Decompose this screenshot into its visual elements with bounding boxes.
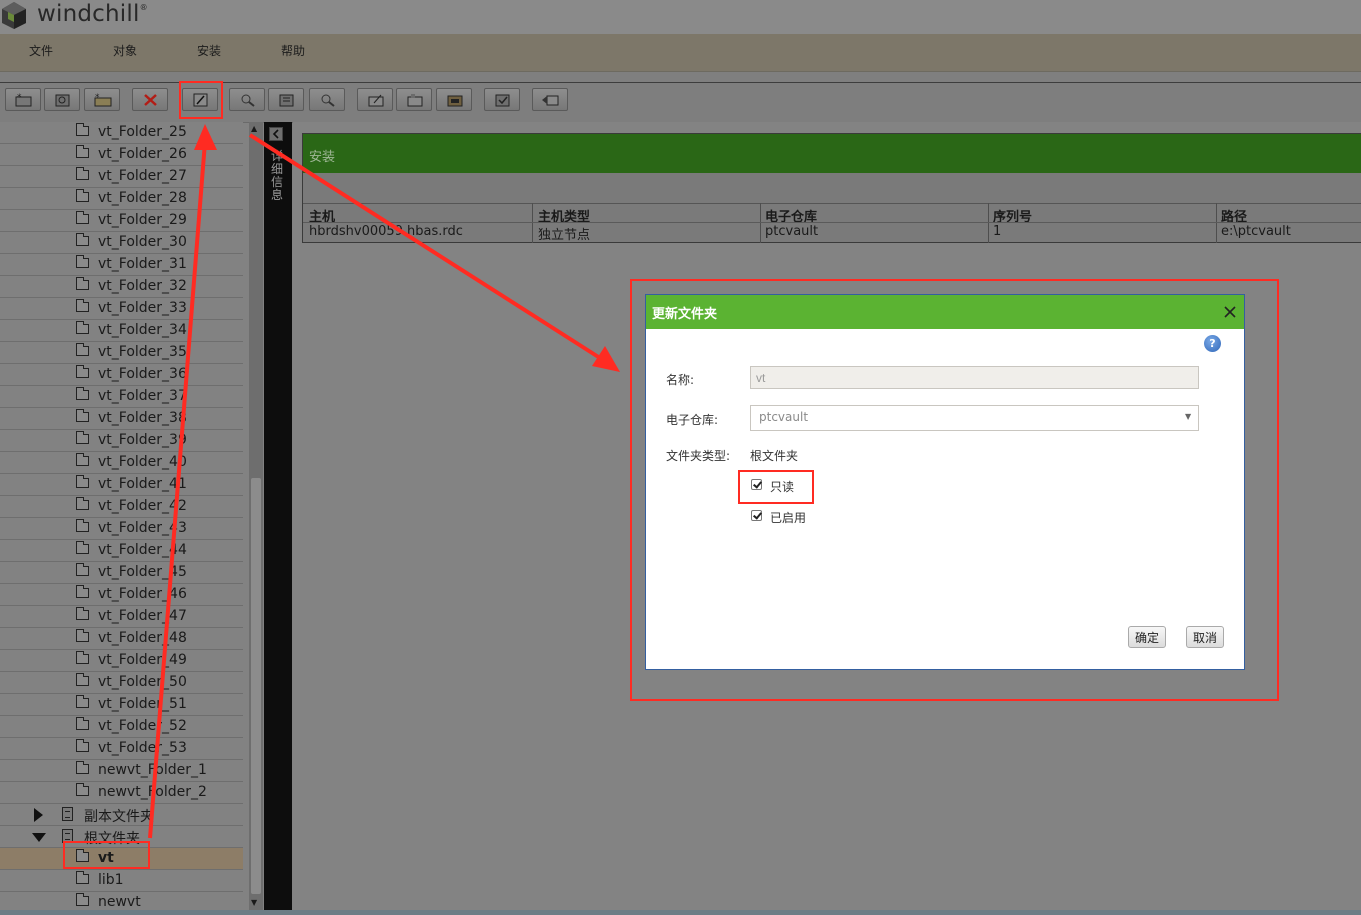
annotation-arrows bbox=[148, 124, 620, 839]
status-bar bbox=[0, 910, 1361, 915]
